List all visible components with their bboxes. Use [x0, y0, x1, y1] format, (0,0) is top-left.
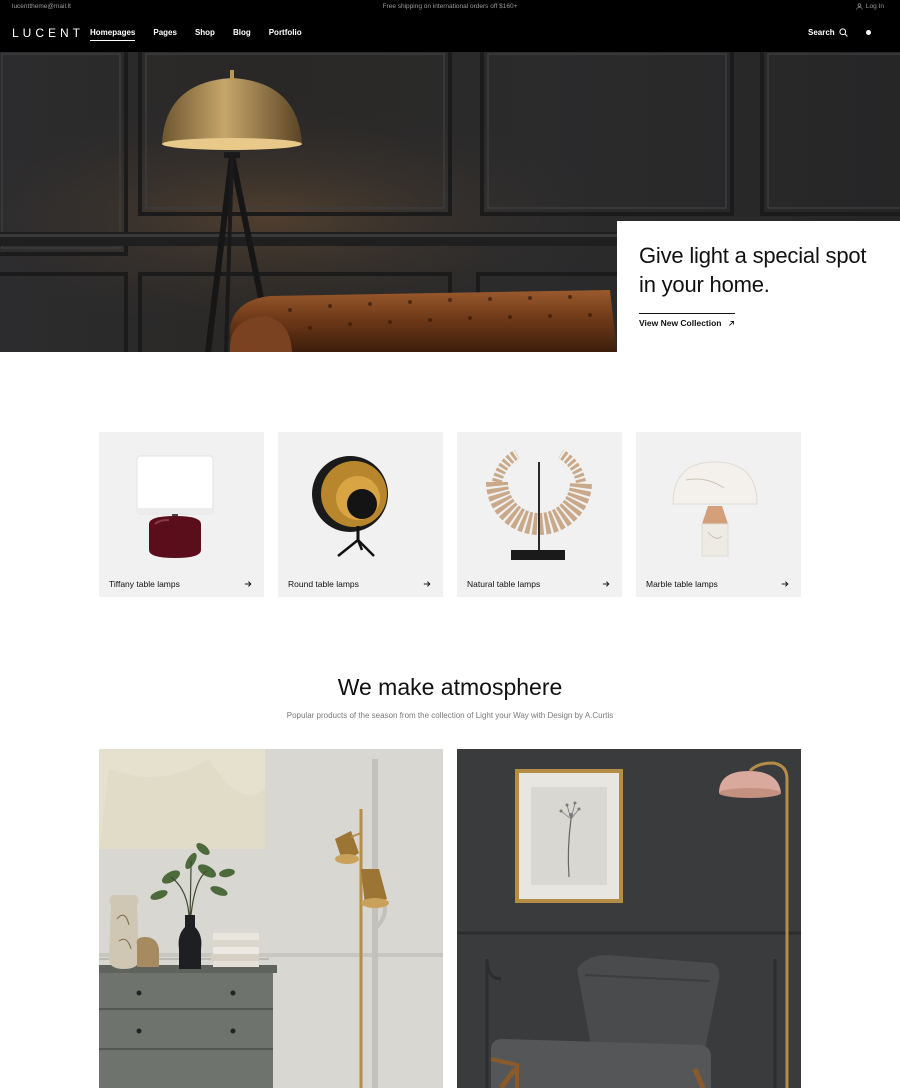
- arrow-right-icon[interactable]: [781, 580, 789, 588]
- hero-title-line-1: Give light a special spot: [639, 243, 867, 268]
- interior-photo-left[interactable]: [99, 749, 443, 1088]
- menu-item-pages[interactable]: Pages: [153, 28, 177, 37]
- category-card-natural[interactable]: Natural table lamps: [457, 432, 622, 597]
- menu-item-homepages[interactable]: Homepages: [90, 28, 136, 41]
- category-label: Round table lamps: [288, 579, 359, 589]
- hero-title: Give light a special spot in your home.: [639, 241, 900, 299]
- top-bar: lucenttheme@mail.lt Free shipping on int…: [0, 0, 900, 14]
- tiffany-lamp-image: [136, 455, 214, 558]
- menu-item-shop[interactable]: Shop: [195, 28, 215, 37]
- interior-image-light: [99, 749, 443, 1088]
- menu-item-blog[interactable]: Blog: [233, 28, 251, 37]
- view-collection-label: View New Collection: [639, 318, 722, 328]
- natural-lamp-image: [486, 449, 592, 560]
- arrow-right-icon[interactable]: [602, 580, 610, 588]
- site-logo[interactable]: LUCENT: [12, 26, 84, 40]
- arrow-up-right-icon: [728, 320, 734, 326]
- search-icon: [839, 28, 848, 37]
- menu-item-portfolio[interactable]: Portfolio: [269, 28, 302, 37]
- cart-dot-icon[interactable]: [866, 30, 871, 35]
- category-label: Marble table lamps: [646, 579, 718, 589]
- category-grid: Tiffany table lamps Round table lamps Na…: [99, 432, 801, 597]
- login-label: Log In: [865, 3, 884, 10]
- user-icon: [856, 3, 863, 10]
- hero-callout: Give light a special spot in your home. …: [617, 221, 900, 352]
- category-label: Natural table lamps: [467, 579, 541, 589]
- marble-lamp-image: [672, 461, 758, 557]
- interior-image-dark: [457, 749, 801, 1088]
- main-header: LUCENT Homepages Pages Shop Blog Portfol…: [0, 14, 900, 52]
- search-button[interactable]: Search: [808, 28, 848, 37]
- section-subtitle: Popular products of the season from the …: [286, 711, 614, 720]
- hero-title-line-2: in your home.: [639, 272, 770, 297]
- login-link[interactable]: Log In: [856, 3, 884, 10]
- category-card-marble[interactable]: Marble table lamps: [636, 432, 801, 597]
- section-title: We make atmosphere: [337, 674, 563, 700]
- round-lamp-image: [312, 456, 388, 557]
- category-label: Tiffany table lamps: [109, 579, 180, 589]
- hero-banner: Give light a special spot in your home. …: [0, 52, 900, 352]
- interior-photo-right[interactable]: [457, 749, 801, 1088]
- main-menu: Homepages Pages Shop Blog Portfolio: [90, 28, 302, 41]
- view-collection-link[interactable]: View New Collection: [639, 313, 735, 328]
- search-label: Search: [808, 28, 835, 37]
- arrow-right-icon[interactable]: [423, 580, 431, 588]
- category-card-tiffany[interactable]: Tiffany table lamps: [99, 432, 264, 597]
- arrow-right-icon[interactable]: [244, 580, 252, 588]
- shipping-notice: Free shipping on international orders of…: [382, 3, 518, 10]
- category-card-round[interactable]: Round table lamps: [278, 432, 443, 597]
